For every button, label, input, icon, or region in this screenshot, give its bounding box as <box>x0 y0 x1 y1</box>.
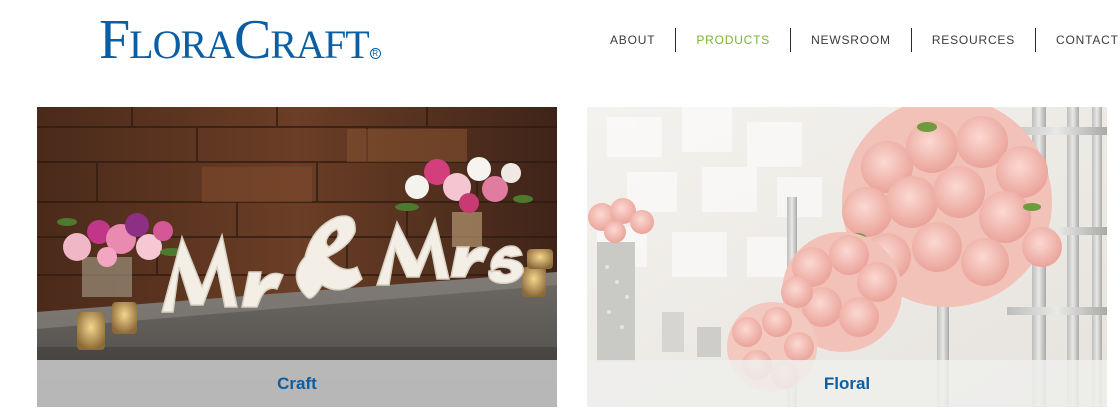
product-card-floral[interactable]: Floral <box>587 107 1107 407</box>
registered-mark: R <box>369 48 381 59</box>
product-label-craft: Craft <box>37 360 557 407</box>
nav-about[interactable]: ABOUT <box>590 28 677 52</box>
nav-products[interactable]: PRODUCTS <box>676 28 792 52</box>
nav-contact[interactable]: CONTACT <box>1036 28 1119 52</box>
page: FLORACRAFT R ABOUT PRODUCTS NEWSROOM RESO… <box>0 0 1120 417</box>
nav-newsroom[interactable]: NEWSROOM <box>791 28 912 52</box>
product-label-floral: Floral <box>587 360 1107 407</box>
product-card-craft[interactable]: Craft <box>37 107 557 407</box>
floracraft-logo[interactable]: FLORACRAFT R <box>99 10 381 70</box>
nav-resources[interactable]: RESOURCES <box>912 28 1037 52</box>
main-nav: ABOUT PRODUCTS NEWSROOM RESOURCES CONTAC… <box>590 28 1119 52</box>
